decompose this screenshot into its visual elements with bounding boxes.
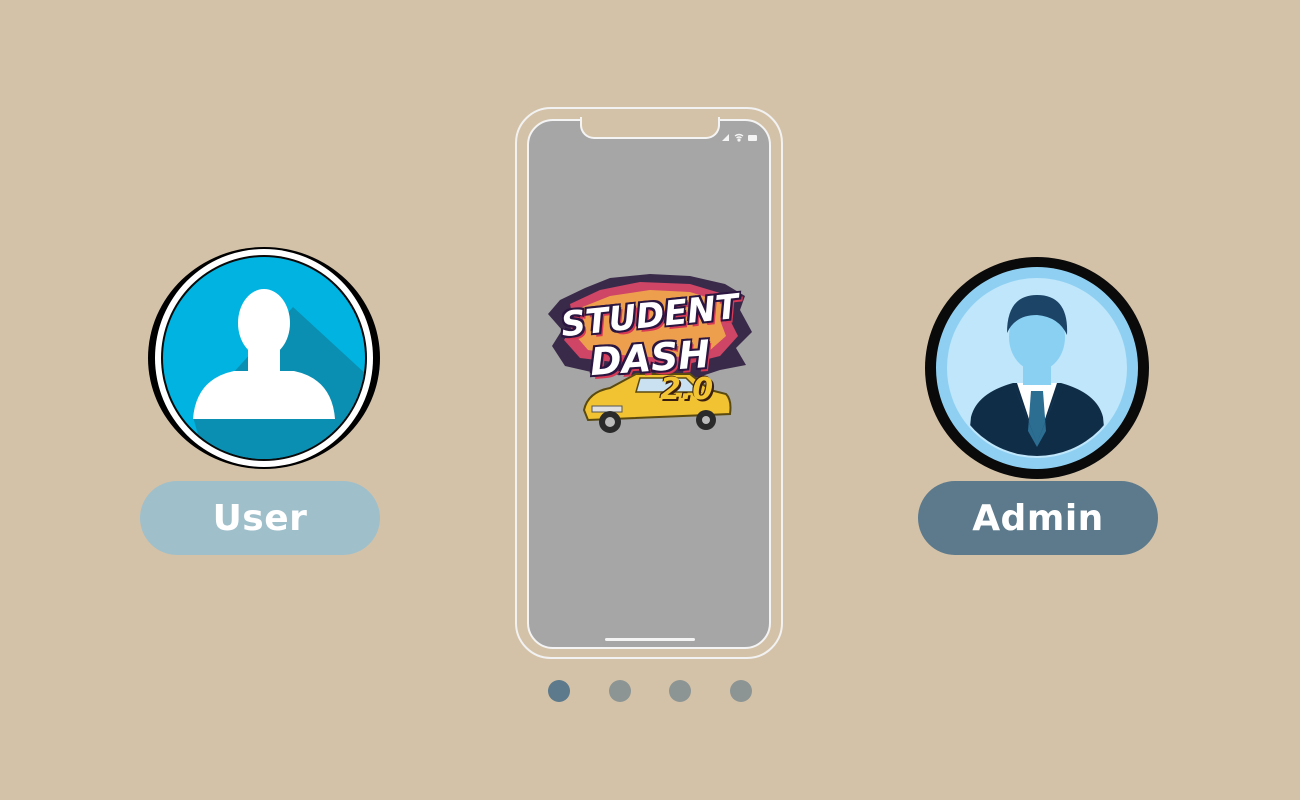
logo-version: 2.0 [660,372,714,407]
home-indicator[interactable] [605,638,695,641]
wifi-icon [734,133,744,142]
battery-icon [748,135,757,141]
admin-role-label: Admin [972,497,1104,539]
page-dot-3[interactable] [669,680,691,702]
user-role-button[interactable]: User [140,481,380,555]
status-bar [720,127,760,142]
phone-notch [580,117,720,139]
user-silhouette-icon [155,249,373,467]
page-dot-2[interactable] [609,680,631,702]
student-dash-logo: STUDENT DASH 2.0 [540,270,760,460]
page-dot-4[interactable] [730,680,752,702]
page-dot-1[interactable] [548,680,570,702]
admin-avatar[interactable] [925,257,1149,479]
admin-businessman-icon [936,267,1138,469]
admin-role-button[interactable]: Admin [918,481,1158,555]
user-role-label: User [212,497,308,539]
signal-icon [722,134,729,141]
user-avatar[interactable] [148,247,380,469]
